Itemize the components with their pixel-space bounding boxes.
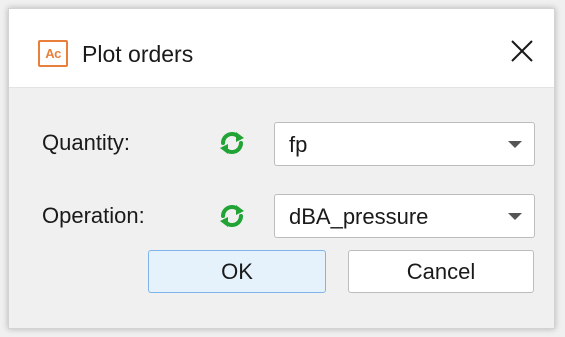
operation-select[interactable]: dBA_pressure: [274, 194, 535, 238]
operation-refresh-button[interactable]: [217, 201, 247, 231]
quantity-select-value: fp: [289, 132, 308, 157]
cancel-button[interactable]: Cancel: [348, 250, 534, 293]
title-bar: Ac Plot orders: [9, 9, 554, 88]
close-button[interactable]: [500, 29, 544, 73]
plot-orders-dialog: Ac Plot orders Quantity: fp Operation: d…: [8, 8, 555, 329]
app-icon: Ac: [38, 40, 68, 67]
refresh-icon: [220, 131, 244, 155]
quantity-refresh-button[interactable]: [217, 128, 247, 158]
operation-label: Operation:: [42, 203, 145, 228]
dialog-title: Plot orders: [82, 41, 194, 67]
operation-select-value: dBA_pressure: [289, 204, 429, 229]
chevron-down-icon: [508, 213, 522, 220]
quantity-select[interactable]: fp: [274, 122, 535, 166]
refresh-icon: [220, 204, 244, 228]
close-icon: [511, 40, 533, 62]
ok-button[interactable]: OK: [148, 250, 326, 293]
chevron-down-icon: [508, 141, 522, 148]
quantity-label: Quantity:: [42, 130, 131, 155]
